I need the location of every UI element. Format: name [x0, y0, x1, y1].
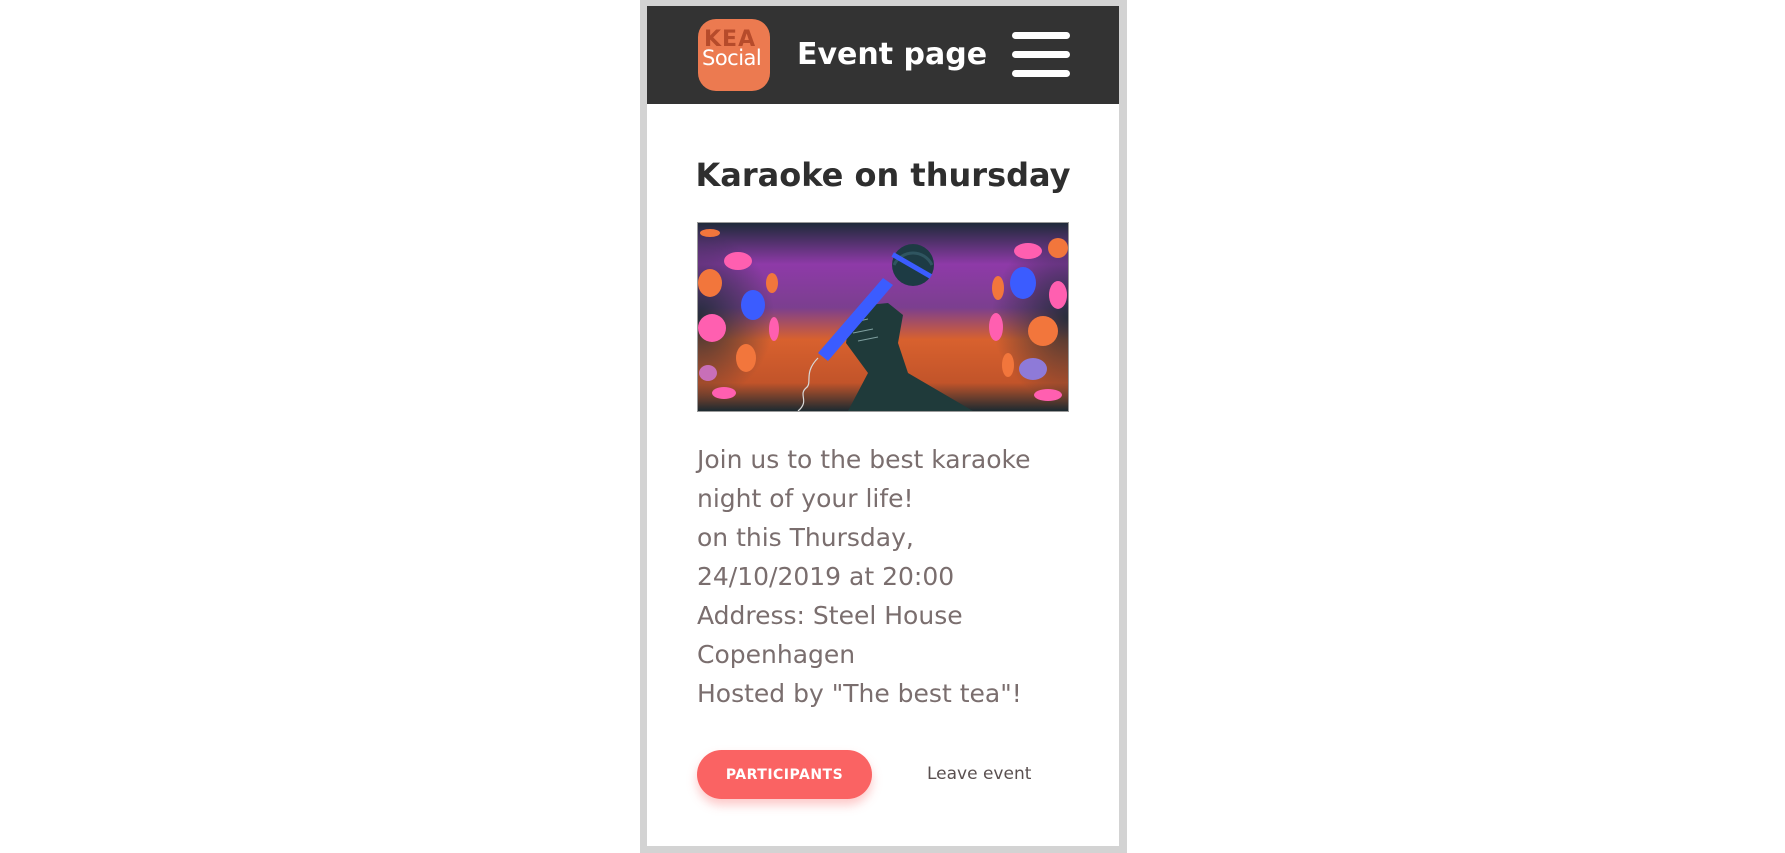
hamburger-menu-icon[interactable]: [1012, 32, 1070, 78]
description-line: Copenhagen: [697, 640, 856, 669]
event-title: Karaoke on thursday: [695, 156, 1071, 194]
phone-screen: KEA Social Event page Karaoke on thursda…: [647, 6, 1119, 846]
description-line: Join us to the best karaoke: [697, 445, 1031, 474]
logo-text-social: Social: [702, 46, 762, 70]
description-line: 24/10/2019 at 20:00: [697, 562, 955, 591]
description-line: night of your life!: [697, 484, 914, 513]
kea-social-logo[interactable]: KEA Social: [698, 19, 770, 91]
description-line: Hosted by "The best tea"!: [697, 679, 1022, 708]
description-line: Address: Steel House: [697, 601, 963, 630]
karaoke-microphone-illustration: [697, 222, 1069, 412]
app-header: KEA Social Event page: [647, 6, 1119, 104]
description-line: on this Thursday,: [697, 523, 914, 552]
participants-button[interactable]: PARTICIPANTS: [697, 750, 872, 799]
page-title: Event page: [797, 37, 988, 72]
event-description: Join us to the best karaoke night of you…: [697, 440, 1077, 713]
leave-event-link[interactable]: Leave event: [927, 764, 1031, 784]
